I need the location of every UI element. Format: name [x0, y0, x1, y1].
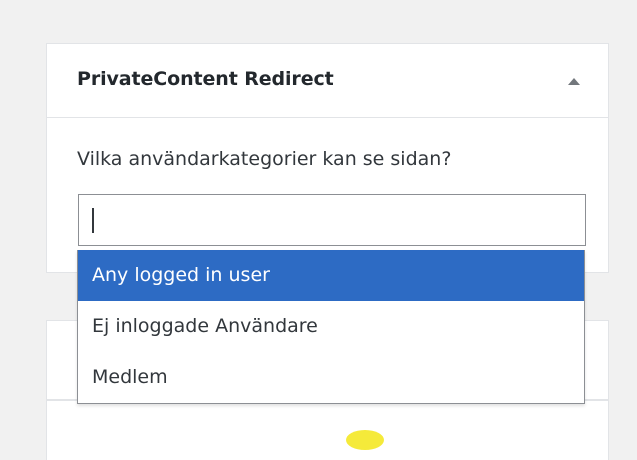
yellow-circle-icon	[346, 430, 384, 450]
triangle-up-icon[interactable]	[568, 78, 580, 85]
user-category-search-input[interactable]	[78, 194, 586, 246]
panel-header[interactable]: PrivateContent Redirect	[47, 44, 608, 118]
panel-title: PrivateContent Redirect	[77, 68, 334, 90]
third-panel	[46, 400, 609, 460]
user-category-question-label: Vilka användarkategorier kan se sidan?	[77, 148, 452, 170]
user-category-dropdown[interactable]: Any logged in user Ej inloggade Användar…	[77, 250, 585, 404]
privatecontent-redirect-panel: PrivateContent Redirect Vilka användarka…	[46, 43, 609, 273]
dropdown-option-medlem[interactable]: Medlem	[78, 352, 584, 403]
dropdown-option-any-logged-in-user[interactable]: Any logged in user	[78, 250, 584, 301]
dropdown-option-ej-inloggade-anvandare[interactable]: Ej inloggade Användare	[78, 301, 584, 352]
text-cursor	[92, 208, 94, 233]
